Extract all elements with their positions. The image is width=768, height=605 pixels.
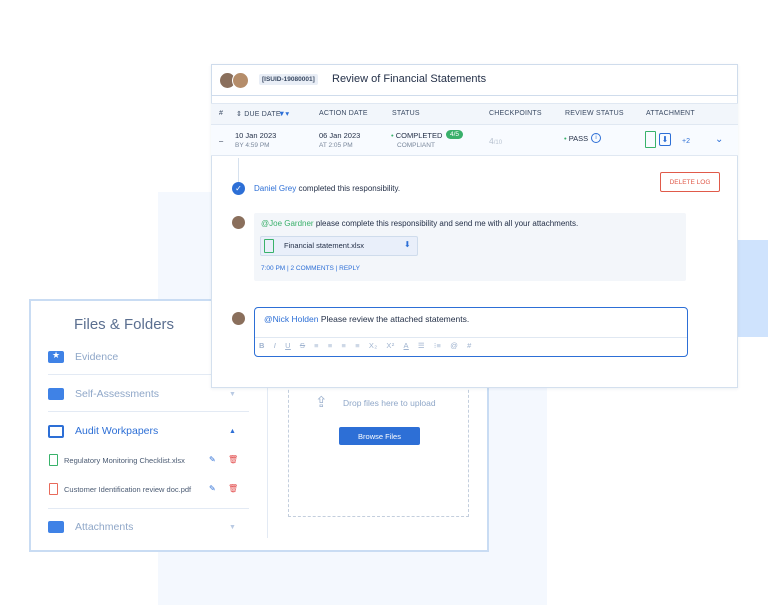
comment-meta[interactable]: 7:00 PM | 2 COMMENTS | REPLY <box>261 265 360 272</box>
upload-icon: ⇪ <box>315 394 328 411</box>
avatar <box>232 72 249 89</box>
folder-attachments[interactable]: Attachments <box>48 518 248 536</box>
folder-icon <box>48 388 64 400</box>
status-sub: COMPLIANT <box>397 142 435 149</box>
italic-icon[interactable]: I <box>274 341 276 350</box>
files-panel-title: Files & Folders <box>74 316 175 333</box>
underline-icon[interactable]: U <box>285 341 291 350</box>
folder-label: Audit Workpapers <box>75 425 159 437</box>
chevron-down-icon[interactable]: ⌄ <box>715 134 723 145</box>
pdf-file-icon <box>49 483 58 495</box>
panel-divider <box>267 380 268 538</box>
background-accent-block <box>738 240 768 337</box>
status-count-badge: 4/5 <box>446 130 464 139</box>
column-header-status: STATUS <box>392 110 420 117</box>
bold-icon[interactable]: B <box>259 341 265 350</box>
timeline-line <box>238 158 239 182</box>
editor-toolbar: B I U S ≡ ≡ ≡ ≡ X₂ X² A ☰ ⁝≡ @ # <box>259 341 472 350</box>
edit-icon[interactable]: ✎ <box>209 484 216 493</box>
column-header-checkpoints: CHECKPOINTS <box>489 110 542 117</box>
card-title: Review of Financial Statements <box>332 73 487 85</box>
drop-zone-text: Drop files here to upload <box>343 398 436 408</box>
folder-divider <box>48 411 249 412</box>
review-status-text: PASS <box>568 134 589 143</box>
filter-icon[interactable]: ▼▾ <box>278 109 289 118</box>
numbered-list-icon[interactable]: ⁝≡ <box>434 341 441 350</box>
review-status: • PASS <box>564 134 588 143</box>
edit-icon[interactable]: ✎ <box>209 455 216 464</box>
xls-file-icon <box>264 239 274 253</box>
status-text: COMPLETED <box>395 131 443 140</box>
comment-text: @Joe Gardner please complete this respon… <box>261 219 578 228</box>
align-left-icon[interactable]: ≡ <box>314 341 319 350</box>
checkpoints-value: 4/10 <box>489 136 502 146</box>
avatar <box>232 216 245 229</box>
reply-mention: @Nick Holden <box>264 314 319 324</box>
folder-outline-icon <box>48 424 64 438</box>
subscript-icon[interactable]: X₂ <box>369 341 378 350</box>
folder-label: Self-Assessments <box>75 388 160 400</box>
reply-body: Please review the attached statements. <box>318 314 470 324</box>
folder-divider <box>48 508 249 509</box>
xls-file-icon[interactable] <box>645 131 656 148</box>
superscript-icon[interactable]: X² <box>386 341 394 350</box>
align-justify-icon[interactable]: ≡ <box>355 341 360 350</box>
activity-text: Daniel Grey completed this responsibilit… <box>254 184 400 193</box>
attachment-name: Financial statement.xlsx <box>284 241 365 250</box>
due-date: 10 Jan 2023 <box>235 131 277 140</box>
chevron-down-icon[interactable]: ▼ <box>229 391 236 398</box>
due-time: BY 4:59 PM <box>235 142 270 149</box>
strikethrough-icon[interactable]: S <box>300 341 305 350</box>
file-row[interactable]: Customer Identification review doc.pdf <box>49 483 191 495</box>
delete-icon[interactable]: 🗑 <box>228 455 238 464</box>
activity-actor[interactable]: Daniel Grey <box>254 184 296 193</box>
action-time: AT 2:05 PM <box>319 142 353 149</box>
xls-file-icon <box>49 454 58 466</box>
chevron-down-icon[interactable]: ▼ <box>229 524 236 531</box>
delete-icon[interactable]: 🗑 <box>228 484 238 493</box>
status-label: • COMPLETED <box>391 131 442 140</box>
reply-text[interactable]: @Nick Holden Please review the attached … <box>264 314 469 324</box>
comment-body: please complete this responsibility and … <box>313 219 579 228</box>
align-center-icon[interactable]: ≡ <box>328 341 333 350</box>
mention-icon[interactable]: @ <box>450 341 458 350</box>
more-attachments-count[interactable]: +2 <box>682 138 690 145</box>
folder-audit-workpapers[interactable]: Audit Workpapers <box>48 422 248 440</box>
align-right-icon[interactable]: ≡ <box>342 341 347 350</box>
bullet-list-icon[interactable]: ☰ <box>418 341 425 350</box>
delete-log-button[interactable]: DELETE LOG <box>660 172 720 192</box>
text-color-icon[interactable]: A <box>404 341 409 350</box>
checkpoints-total: /10 <box>493 140 503 146</box>
column-header-review-status: REVIEW STATUS <box>565 110 624 117</box>
file-name: Customer Identification review doc.pdf <box>64 484 192 494</box>
id-badge: [ISUID-19080001] <box>259 74 318 85</box>
folder-label: Evidence <box>75 351 119 363</box>
download-icon[interactable]: ⬇ <box>659 133 671 146</box>
status-dot-icon: • <box>391 131 394 140</box>
comment-mention[interactable]: @Joe Gardner <box>261 219 314 228</box>
action-date: 06 Jan 2023 <box>319 131 361 140</box>
folder-label: Attachments <box>75 521 134 533</box>
hashtag-icon[interactable]: # <box>467 341 471 350</box>
chevron-up-icon[interactable]: ▲ <box>229 428 236 435</box>
check-circle-icon: ✓ <box>232 182 245 195</box>
column-header-attachment: ATTACHMENT <box>646 110 695 117</box>
folder-icon <box>48 521 64 533</box>
browse-files-button[interactable]: Browse Files <box>339 427 420 445</box>
column-header-number: # <box>219 110 224 117</box>
editor-divider <box>255 337 687 338</box>
collapse-row-icon[interactable]: – <box>219 136 223 145</box>
avatar <box>232 312 245 325</box>
file-row[interactable]: Regulatory Monitoring Checklist.xlsx <box>49 454 185 466</box>
info-icon[interactable]: i <box>591 133 601 143</box>
column-header-action-date: ACTION DATE <box>319 110 368 117</box>
activity-description: completed this responsibility. <box>296 184 401 193</box>
file-name: Regulatory Monitoring Checklist.xlsx <box>64 455 185 465</box>
column-header-label: DUE DATE <box>244 111 281 118</box>
download-icon[interactable]: ⬇ <box>404 240 411 249</box>
star-folder-icon: ★ <box>48 350 64 363</box>
column-header-due-date[interactable]: ⇕ DUE DATE <box>236 110 281 118</box>
pass-dot-icon: • <box>564 134 567 143</box>
